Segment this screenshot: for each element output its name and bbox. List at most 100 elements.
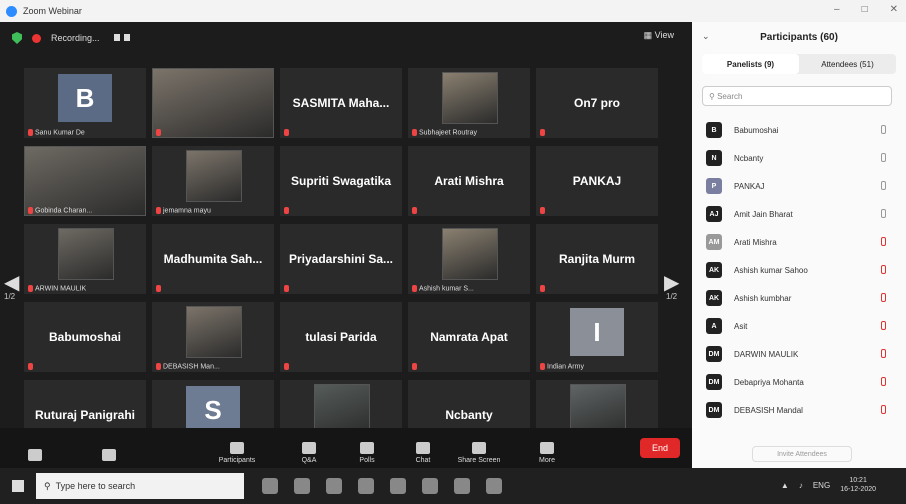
participant-name: tulasi Parida [305, 330, 377, 344]
video-tile[interactable]: jemamna mayu [152, 146, 274, 216]
tile-label: Subhajeet Routray [412, 128, 477, 136]
close-icon[interactable]: ✕ [890, 4, 898, 15]
recording-controls[interactable] [110, 33, 130, 43]
more-button[interactable]: More [520, 442, 574, 464]
video-tile[interactable]: Subhajeet Routray [408, 68, 530, 138]
video-tile[interactable]: DEBASISH Man... [152, 302, 274, 372]
tile-label-text: Subhajeet Routray [419, 129, 477, 136]
end-button[interactable]: End [640, 438, 680, 458]
muted-mic-icon [881, 265, 886, 274]
video-tile[interactable]: Gobinda Charan... [24, 146, 146, 216]
participant-row[interactable]: AM Arati Mishra [706, 228, 896, 256]
muted-mic-icon [881, 237, 886, 246]
avatar: B [58, 74, 112, 122]
participant-row[interactable]: DM Debapriya Mohanta [706, 368, 896, 396]
meeting-area: Recording... ▦ View ◀ 1/2 ▶ 1/2 B Sanu Ku… [0, 22, 692, 468]
muted-mic-icon [284, 206, 289, 214]
participant-row[interactable]: P PANKAJ [706, 172, 896, 200]
muted-mic-icon [881, 293, 886, 302]
windows-start-icon[interactable] [12, 480, 24, 492]
video-tile[interactable] [152, 68, 274, 138]
taskbar-search-input[interactable]: ⚲ Type here to search [36, 473, 244, 499]
video-feed [186, 150, 242, 202]
video-tile[interactable]: ARWIN MAULIK [24, 224, 146, 294]
microphone-icon [881, 209, 886, 218]
avatar: P [706, 178, 722, 194]
video-tile[interactable]: Ashish kumar S... [408, 224, 530, 294]
video-tile[interactable]: Babumoshai [24, 302, 146, 372]
participant-name: Babumoshai [48, 330, 121, 344]
muted-mic-icon [881, 405, 886, 414]
chrome-icon[interactable] [358, 478, 374, 494]
participant-name: Ruturaj Panigrahi [34, 408, 135, 422]
browser-icon[interactable] [326, 478, 342, 494]
muted-mic-icon [412, 128, 417, 136]
file-explorer-icon[interactable] [294, 478, 310, 494]
language-indicator[interactable]: ENG [813, 481, 830, 490]
zoom-taskbar-icon[interactable] [486, 478, 502, 494]
muted-mic-icon [881, 321, 886, 330]
tab-panelists[interactable]: Panelists (9) [702, 54, 799, 74]
tile-label: Ashish kumar S... [412, 284, 474, 292]
video-tile[interactable]: Supriti Swagatika [280, 146, 402, 216]
audio-button[interactable] [8, 449, 62, 464]
video-tile[interactable]: B Sanu Kumar De [24, 68, 146, 138]
share-screen-icon [472, 442, 486, 454]
avatar: AJ [706, 206, 722, 222]
participant-row-name: Arati Mishra [734, 237, 777, 247]
tile-label [284, 284, 291, 292]
invite-attendees-button[interactable]: Invite Attendees [752, 446, 852, 462]
task-view-icon[interactable] [262, 478, 278, 494]
avatar: B [706, 122, 722, 138]
tab-attendees[interactable]: Attendees (51) [799, 54, 896, 74]
store-icon[interactable] [422, 478, 438, 494]
participant-row[interactable]: DM DARWIN MAULIK [706, 340, 896, 368]
video-feed [24, 146, 146, 216]
search-input[interactable]: ⚲ Search [702, 86, 892, 106]
clock[interactable]: 10:21 16-12-2020 [840, 476, 876, 494]
volume-icon[interactable]: ♪ [799, 481, 803, 490]
video-tile[interactable]: PANKAJ [536, 146, 658, 216]
video-button[interactable] [82, 449, 136, 464]
video-tile[interactable]: Ranjita Murm [536, 224, 658, 294]
participant-name: On7 pro [573, 96, 620, 110]
network-icon[interactable]: ▲ [781, 481, 789, 490]
participants-label: Participants [218, 457, 256, 464]
video-tile[interactable]: Namrata Apat [408, 302, 530, 372]
participants-button[interactable]: Participants [210, 442, 264, 464]
shield-icon[interactable] [12, 32, 22, 44]
stop-icon[interactable] [123, 34, 130, 41]
participant-row-name: Ncbanty [734, 153, 764, 163]
participant-row[interactable]: DM DEBASISH Mandal [706, 396, 896, 424]
tile-label-text: Indian Army [547, 363, 584, 370]
edge-icon[interactable] [390, 478, 406, 494]
view-button[interactable]: ▦ View [644, 30, 674, 41]
minimize-icon[interactable]: – [834, 4, 840, 15]
qa-button[interactable]: Q&A [282, 442, 336, 464]
video-tile[interactable]: On7 pro [536, 68, 658, 138]
participant-row[interactable]: AK Ashish kumar Sahoo [706, 256, 896, 284]
polls-button[interactable]: Polls [340, 442, 394, 464]
tile-label [284, 362, 291, 370]
video-tile[interactable]: Priyadarshini Sa... [280, 224, 402, 294]
video-tile[interactable]: SASMITA Maha... [280, 68, 402, 138]
participant-row[interactable]: AJ Amit Jain Bharat [706, 200, 896, 228]
share-screen-button[interactable]: Share Screen [452, 442, 506, 464]
video-tile[interactable]: tulasi Parida [280, 302, 402, 372]
settings-icon[interactable] [454, 478, 470, 494]
muted-mic-icon [28, 206, 33, 214]
muted-mic-icon [540, 128, 545, 136]
pause-icon[interactable] [113, 34, 120, 41]
video-tile[interactable]: I Indian Army [536, 302, 658, 372]
participant-row-name: Babumoshai [734, 125, 779, 135]
maximize-icon[interactable]: □ [862, 4, 868, 15]
participant-row[interactable]: B Babumoshai [706, 116, 896, 144]
participant-row[interactable]: N Ncbanty [706, 144, 896, 172]
video-grid: B Sanu Kumar De SASMITA Maha... Subhajeet R… [24, 68, 660, 454]
participant-row[interactable]: AK Ashish kumbhar [706, 284, 896, 312]
chat-button[interactable]: Chat [396, 442, 450, 464]
participant-row[interactable]: A Asit [706, 312, 896, 340]
video-tile[interactable]: Arati Mishra [408, 146, 530, 216]
chat-icon [416, 442, 430, 454]
video-tile[interactable]: Madhumita Sah... [152, 224, 274, 294]
